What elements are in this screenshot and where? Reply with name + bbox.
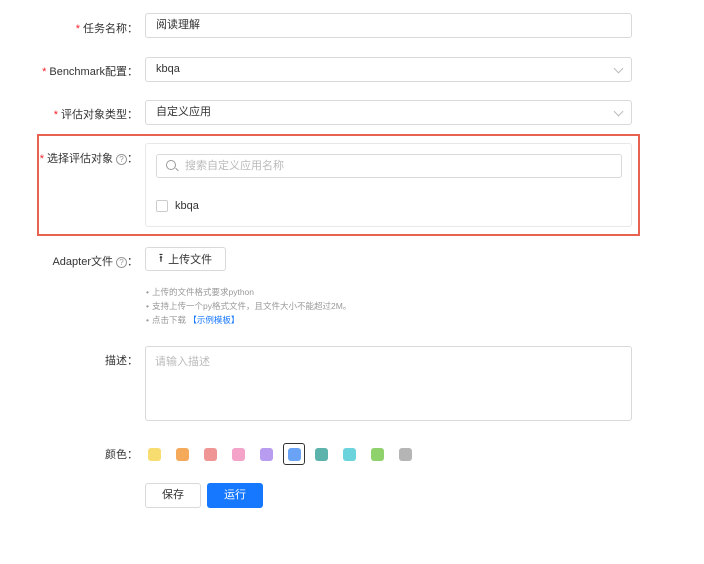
- color-swatch[interactable]: [260, 447, 273, 461]
- color-swatch[interactable]: [204, 447, 217, 461]
- upload-hints: • 上传的文件格式要求python • 支持上传一个py格式文件，且文件大小不能超过…: [146, 285, 351, 327]
- task-name-input[interactable]: 阅读理解: [145, 13, 632, 38]
- run-button[interactable]: 运行: [207, 483, 263, 508]
- task-name-label: * 任务名称：: [75, 23, 138, 35]
- benchmark-select[interactable]: kbqa: [145, 57, 632, 82]
- upload-file-button[interactable]: ⭱ 上传文件: [145, 247, 226, 271]
- eval-type-label: * 评估对象类型：: [53, 109, 138, 121]
- eval-type-select[interactable]: 自定义应用: [145, 100, 632, 125]
- hint-line: • 上传的文件格式要求python: [146, 287, 255, 297]
- question-circle-icon[interactable]: ?: [116, 154, 127, 165]
- template-download-link[interactable]: 【示例模板】: [188, 315, 239, 325]
- description-textarea[interactable]: 请输入描述: [145, 346, 632, 421]
- benchmark-label: * Benchmark配置：: [42, 66, 138, 78]
- description-label: 描述：: [105, 355, 138, 367]
- color-swatch[interactable]: [371, 447, 384, 461]
- hint-line: • 点击下载 【示例模板】: [146, 315, 240, 325]
- hint-line: • 支持上传一个py格式文件，且文件大小不能超过2M。: [146, 301, 352, 311]
- search-icon: [166, 160, 176, 170]
- color-swatch[interactable]: [399, 447, 412, 461]
- color-swatch[interactable]: [287, 447, 301, 461]
- color-swatch-selected[interactable]: [283, 443, 305, 465]
- eval-target-panel: 搜索自定义应用名称 kbqa: [145, 143, 632, 227]
- upload-icon: ⭱: [158, 250, 164, 265]
- chevron-down-icon: [613, 63, 624, 74]
- required-mark: *: [39, 153, 44, 165]
- required-mark: *: [42, 66, 47, 78]
- color-swatch[interactable]: [315, 447, 328, 461]
- save-button[interactable]: 保存: [145, 483, 201, 508]
- color-swatch[interactable]: [343, 447, 356, 461]
- color-swatch[interactable]: [176, 447, 189, 461]
- color-label: 颜色：: [105, 449, 138, 461]
- color-swatch[interactable]: [232, 447, 245, 461]
- eval-target-label: * 选择评估对象?：: [39, 153, 138, 165]
- adapter-label: Adapter文件?：: [52, 256, 138, 268]
- required-mark: *: [75, 23, 80, 35]
- color-swatches: [148, 443, 427, 465]
- checkbox[interactable]: [156, 200, 168, 212]
- color-swatch[interactable]: [148, 447, 161, 461]
- eval-target-search-input[interactable]: 搜索自定义应用名称: [156, 154, 622, 178]
- required-mark: *: [53, 109, 58, 121]
- eval-target-option[interactable]: kbqa: [156, 199, 199, 213]
- chevron-down-icon: [613, 106, 624, 117]
- question-circle-icon[interactable]: ?: [116, 257, 127, 268]
